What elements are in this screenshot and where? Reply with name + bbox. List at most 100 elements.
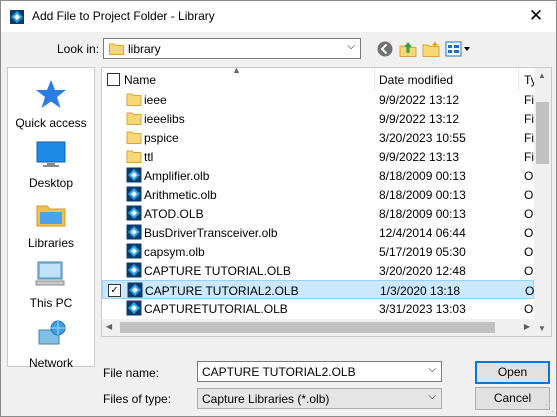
network-icon [38, 320, 66, 345]
file-row[interactable]: Amplifier.olb 8/18/2009 00:13 OI [102, 166, 537, 185]
open-button[interactable]: Open [475, 361, 550, 384]
date-modified-cell: 9/9/2022 13:12 [379, 112, 460, 126]
chevron-down-icon[interactable]: ⌵ [428, 364, 436, 375]
file-name-cell: ATOD.OLB [144, 207, 204, 221]
file-name-cell: ttl [144, 150, 154, 164]
window-title: Add File to Project Folder - Library [32, 9, 215, 23]
file-name-cell: ieeelibs [144, 112, 185, 126]
place-quick-access[interactable]: Quick access [8, 78, 94, 130]
file-name-cell: capsym.olb [144, 245, 205, 259]
place-this-pc[interactable]: This PC [8, 258, 94, 310]
desktop-icon [36, 141, 66, 167]
place-libraries[interactable]: Libraries [8, 198, 94, 250]
file-name-value: CAPTURE TUTORIAL2.OLB [202, 365, 356, 379]
file-name-cell: CAPTURETUTORIAL.OLB [144, 302, 288, 316]
file-type-label: Files of type: [103, 392, 172, 406]
folder-icon [126, 148, 142, 164]
scroll-thumb[interactable] [536, 102, 549, 164]
file-name-cell: Arithmetic.olb [144, 188, 217, 202]
file-row[interactable]: ttl 9/9/2022 13:13 Fil [102, 147, 537, 166]
close-icon: ✕ [528, 6, 544, 25]
file-row[interactable]: ieee 9/9/2022 13:12 Fil [102, 90, 537, 109]
place-label: Desktop [28, 176, 74, 190]
file-row[interactable]: ATOD.OLB 8/18/2009 00:13 OI [102, 204, 537, 223]
title-bar[interactable]: Add File to Project Folder - Library ✕ [1, 1, 556, 32]
place-label: Libraries [27, 236, 75, 250]
look-in-value: library [128, 42, 161, 56]
row-checkbox[interactable]: ✓ [108, 284, 121, 297]
olb-file-icon [126, 262, 142, 278]
horizontal-scrollbar[interactable]: ◀ ▶ [102, 319, 534, 336]
date-modified-cell: 3/20/2023 10:55 [379, 131, 466, 145]
olb-file-icon [126, 243, 142, 259]
date-modified-cell: 9/9/2022 13:13 [379, 150, 460, 164]
place-label: This PC [29, 296, 73, 310]
place-label: Network [28, 356, 73, 370]
file-type-value: Capture Libraries (*.olb) [202, 392, 330, 406]
chevron-down-icon: ⌵ [347, 41, 355, 52]
file-name-cell: CAPTURE TUTORIAL.OLB [144, 264, 291, 278]
date-modified-cell: 3/31/2023 13:03 [379, 302, 466, 316]
date-modified-cell: 5/17/2019 05:30 [379, 245, 466, 259]
file-row[interactable]: capsym.olb 5/17/2019 05:30 OI [102, 242, 537, 261]
resize-grip-icon[interactable]: ⋱ [545, 403, 554, 414]
file-row[interactable]: CAPTURETUTORIAL.OLB 3/31/2023 13:03 OI [102, 299, 537, 318]
places-bar: Quick access Desktop Libraries This PC N… [7, 67, 95, 370]
date-modified-cell: 9/9/2022 13:12 [379, 93, 460, 107]
new-folder-icon[interactable] [422, 40, 440, 58]
capture-app-icon [10, 10, 24, 24]
column-header-date[interactable]: Date modified [379, 73, 453, 87]
quick-access-icon [36, 80, 66, 108]
file-name-cell: BusDriverTransceiver.olb [144, 226, 278, 240]
file-name-cell: CAPTURE TUTORIAL2.OLB [145, 284, 299, 298]
view-menu-icon[interactable] [445, 40, 471, 58]
folder-icon [126, 91, 142, 107]
scroll-down-icon[interactable]: ▼ [538, 324, 546, 333]
up-folder-icon[interactable] [399, 40, 417, 58]
back-icon[interactable] [376, 40, 394, 58]
file-row[interactable]: ieeelibs 9/9/2022 13:12 Fil [102, 109, 537, 128]
look-in-label: Look in: [57, 42, 100, 56]
select-all-checkbox[interactable] [107, 73, 120, 86]
chevron-down-icon: ⌵ [428, 391, 436, 402]
file-list[interactable]: ▲ Name Date modified Ty ieee 9/9/2022 13:… [101, 67, 552, 337]
place-network[interactable]: Network [8, 318, 94, 370]
olb-file-icon [126, 300, 142, 316]
date-modified-cell: 12/4/2014 06:44 [379, 226, 466, 240]
close-button[interactable]: ✕ [526, 7, 546, 25]
file-row[interactable]: BusDriverTransceiver.olb 12/4/2014 06:44 O… [102, 223, 537, 242]
look-in-combo[interactable]: library ⌵ [103, 38, 361, 59]
file-name-cell: ieee [144, 93, 167, 107]
file-row[interactable]: CAPTURE TUTORIAL.OLB 3/20/2020 12:48 OI [102, 261, 537, 280]
column-header-name[interactable]: Name [124, 73, 156, 87]
file-row[interactable]: pspice 3/20/2023 10:55 Fil [102, 128, 537, 147]
file-type-select[interactable]: Capture Libraries (*.olb) ⌵ [197, 388, 442, 409]
file-name-label: File name: [103, 366, 160, 380]
folder-icon [126, 129, 142, 145]
date-modified-cell: 1/3/2020 13:18 [380, 284, 461, 298]
file-dialog: Add File to Project Folder - Library ✕ L… [0, 0, 557, 417]
column-divider[interactable] [374, 68, 375, 90]
file-name-cell: pspice [144, 131, 179, 145]
place-desktop[interactable]: Desktop [8, 138, 94, 190]
date-modified-cell: 8/18/2009 00:13 [379, 207, 466, 221]
vertical-scrollbar[interactable]: ▲ ▼ [534, 68, 551, 336]
file-row[interactable]: Arithmetic.olb 8/18/2009 00:13 OI [102, 185, 537, 204]
folder-icon [109, 43, 124, 55]
olb-file-icon [126, 205, 142, 221]
scroll-right-icon[interactable]: ▶ [524, 322, 530, 331]
scroll-thumb-horizontal[interactable] [120, 322, 495, 333]
cancel-button[interactable]: Cancel [475, 387, 550, 410]
sort-up-icon: ▲ [232, 67, 241, 75]
file-name-field[interactable]: CAPTURE TUTORIAL2.OLB ⌵ [197, 361, 442, 382]
column-divider[interactable] [518, 68, 519, 90]
this-pc-icon [35, 261, 65, 286]
folder-icon [126, 110, 142, 126]
scroll-left-icon[interactable]: ◀ [106, 322, 112, 331]
date-modified-cell: 3/20/2020 12:48 [379, 264, 466, 278]
scroll-up-icon[interactable]: ▲ [538, 71, 546, 80]
file-name-cell: Amplifier.olb [144, 169, 210, 183]
file-row[interactable]: ✓ CAPTURE TUTORIAL2.OLB 1/3/2020 13:18 OI [102, 280, 538, 299]
olb-file-icon [126, 167, 142, 183]
place-label: Quick access [15, 116, 87, 130]
